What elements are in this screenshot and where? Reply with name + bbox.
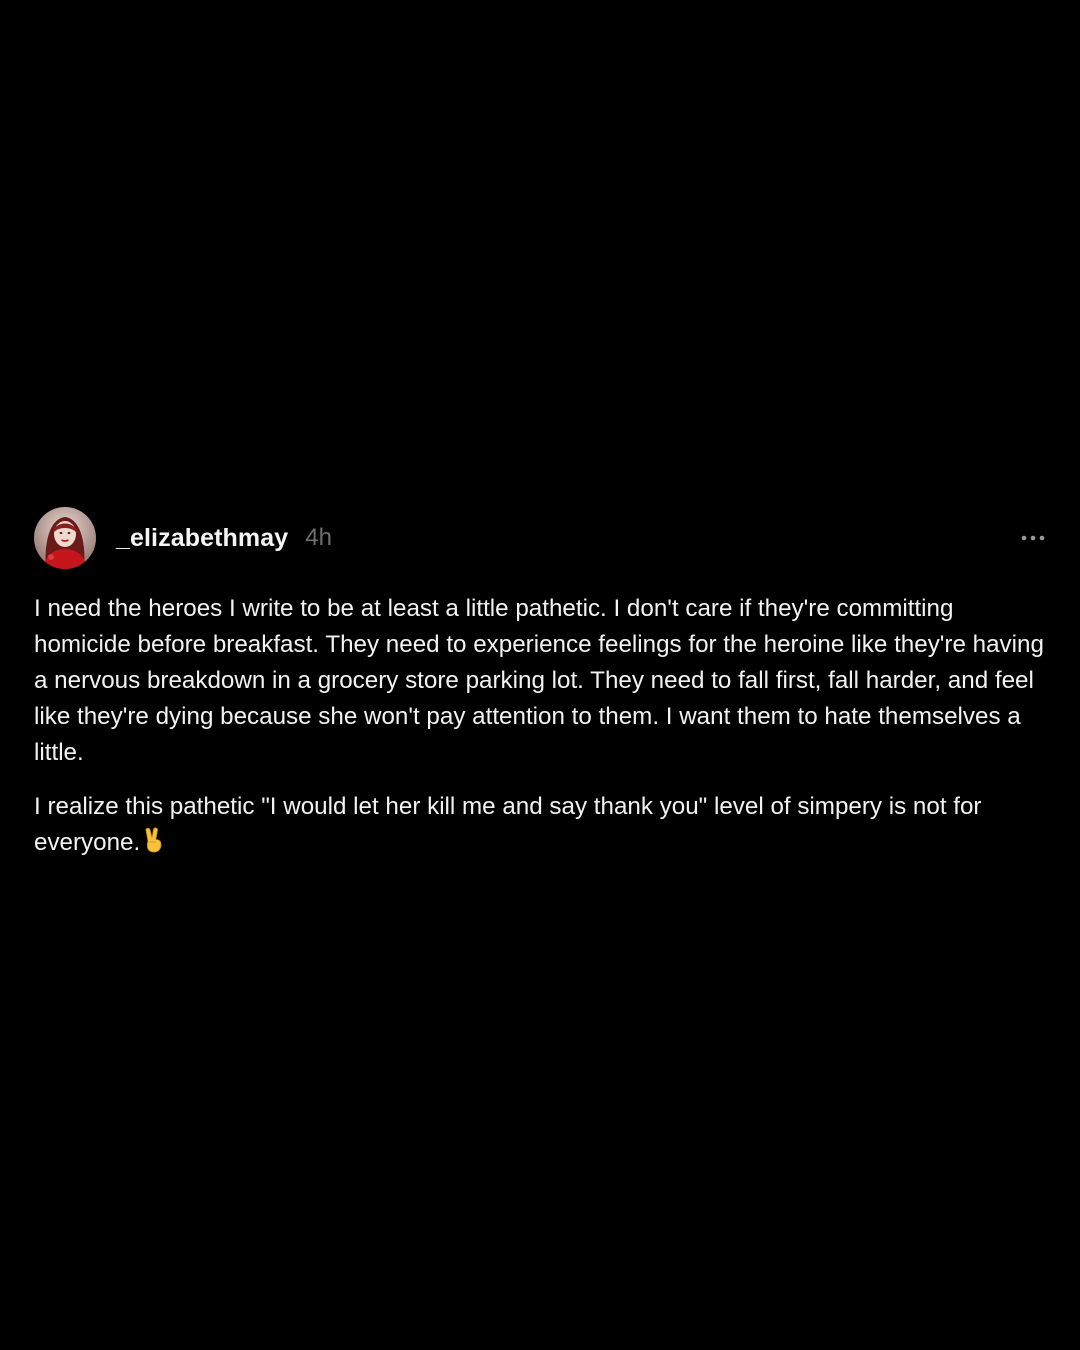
victory-hand-emoji-icon [144, 827, 164, 864]
author-username[interactable]: _elizabethmay [116, 524, 288, 553]
post-body: I need the heroes I write to be at least… [34, 591, 1046, 864]
more-options-button[interactable] [1020, 526, 1046, 550]
avatar[interactable] [34, 507, 96, 569]
post-paragraph-2-text: I realize this pathetic "I would let her… [34, 793, 982, 856]
post-timestamp: 4h [305, 524, 332, 551]
post-paragraph-2: I realize this pathetic "I would let her… [34, 789, 1046, 864]
post-paragraph-1: I need the heroes I write to be at least… [34, 595, 1044, 766]
thread-post: _elizabethmay 4h I need the heroes I wri… [34, 507, 1046, 864]
more-horizontal-icon [1021, 535, 1045, 541]
post-header: _elizabethmay 4h [34, 507, 1046, 569]
profile-photo-icon [34, 507, 96, 569]
